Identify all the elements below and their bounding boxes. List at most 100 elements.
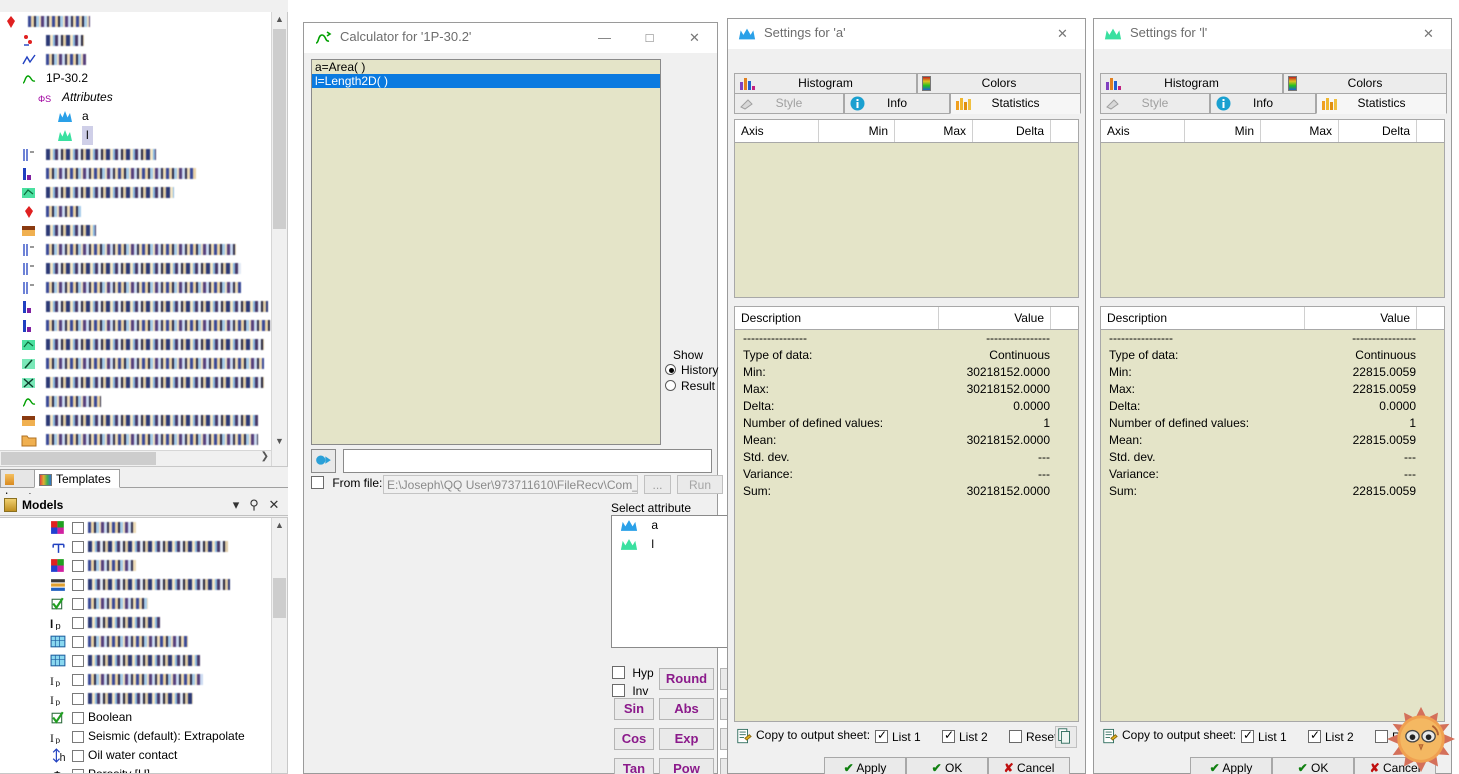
tree-horizontal-scrollbar[interactable]: ❯ bbox=[0, 450, 271, 466]
tree-vertical-scrollbar[interactable]: ▲ ▼ bbox=[271, 12, 287, 466]
list-item[interactable] bbox=[0, 575, 287, 594]
list-item[interactable] bbox=[0, 556, 287, 575]
tree-item[interactable]: 1P-30.2 bbox=[0, 69, 270, 88]
list2-checkbox[interactable] bbox=[1308, 728, 1321, 744]
chevron-down-icon[interactable]: ▾ bbox=[228, 497, 244, 513]
scroll-down-icon[interactable]: ▼ bbox=[272, 434, 287, 450]
close-button[interactable]: ✕ bbox=[672, 23, 717, 53]
model-checkbox[interactable] bbox=[72, 731, 84, 743]
tree-item[interactable] bbox=[0, 316, 270, 335]
list2-checkbox[interactable] bbox=[942, 728, 955, 744]
model-checkbox[interactable] bbox=[72, 541, 84, 553]
close-icon[interactable]: ✕ bbox=[266, 497, 282, 513]
tree-item[interactable] bbox=[0, 297, 270, 316]
tab-statistics[interactable]: Statistics bbox=[950, 93, 1081, 114]
maximize-button[interactable]: □ bbox=[627, 23, 672, 53]
list-item[interactable]: Ip bbox=[0, 670, 287, 689]
tab-colors[interactable]: Colors bbox=[917, 73, 1081, 94]
hyp-row[interactable]: Hyp bbox=[612, 663, 654, 681]
tab-templates[interactable]: Templates bbox=[34, 469, 120, 488]
model-checkbox[interactable] bbox=[72, 617, 84, 629]
model-checkbox[interactable] bbox=[72, 636, 84, 648]
close-button[interactable]: ✕ bbox=[1040, 19, 1085, 49]
model-checkbox[interactable] bbox=[72, 769, 84, 773]
tab-info[interactable]: Info bbox=[1210, 93, 1316, 114]
tree-item[interactable] bbox=[0, 50, 270, 69]
tab-style[interactable]: Style bbox=[1100, 93, 1210, 114]
axis-table-body[interactable] bbox=[734, 143, 1079, 298]
tab-histogram[interactable]: Histogram bbox=[734, 73, 917, 94]
reset-checkbox[interactable] bbox=[1009, 730, 1022, 744]
key-sin[interactable]: Sin bbox=[614, 698, 654, 720]
list-item[interactable] bbox=[0, 632, 287, 651]
list-item[interactable] bbox=[0, 518, 287, 537]
tree-item[interactable] bbox=[0, 145, 270, 164]
list-item[interactable]: Boolean bbox=[0, 708, 287, 727]
from-file-checkbox[interactable] bbox=[311, 476, 324, 490]
tab-statistics[interactable]: Statistics bbox=[1316, 93, 1447, 114]
browse-button[interactable]: ... bbox=[644, 475, 671, 494]
list-item[interactable] bbox=[0, 594, 287, 613]
ok-button[interactable]: ✔ OK bbox=[906, 757, 988, 774]
stats-table-body[interactable]: ---------------- ---------------- Type of … bbox=[734, 330, 1079, 722]
model-checkbox[interactable] bbox=[72, 674, 84, 686]
run-button[interactable]: Run bbox=[677, 475, 723, 494]
model-checkbox[interactable] bbox=[72, 579, 84, 591]
key-cos[interactable]: Cos bbox=[614, 728, 654, 750]
calculator-titlebar[interactable]: Calculator for '1P-30.2' — □ ✕ bbox=[304, 23, 717, 53]
list1-checkbox[interactable] bbox=[1241, 728, 1254, 744]
key-exp[interactable]: Exp bbox=[659, 728, 714, 750]
model-checkbox[interactable] bbox=[72, 693, 84, 705]
apply-button[interactable]: ✔ Apply bbox=[824, 757, 906, 774]
list-item[interactable]: Φ Porosity [U] bbox=[0, 765, 287, 773]
key-abs[interactable]: Abs bbox=[659, 698, 714, 720]
scroll-up-icon[interactable]: ▲ bbox=[272, 518, 287, 534]
ok-button[interactable]: ✔ OK bbox=[1272, 757, 1354, 774]
key-tan[interactable]: Tan bbox=[614, 758, 654, 774]
cancel-button[interactable]: ✘ Cancel bbox=[988, 757, 1070, 774]
expression-input[interactable] bbox=[343, 449, 712, 473]
list-item[interactable]: Ip bbox=[0, 613, 287, 632]
tree-item[interactable] bbox=[0, 12, 270, 31]
radio-history[interactable]: History bbox=[664, 362, 718, 378]
tab-histogram[interactable]: Histogram bbox=[1100, 73, 1283, 94]
model-checkbox[interactable] bbox=[72, 598, 84, 610]
tab-style[interactable]: Style bbox=[734, 93, 844, 114]
tree-item[interactable] bbox=[0, 354, 270, 373]
tree-item[interactable] bbox=[0, 373, 270, 392]
tab-colors[interactable]: Colors bbox=[1283, 73, 1447, 94]
tree-item[interactable] bbox=[0, 259, 270, 278]
tree-item[interactable] bbox=[0, 411, 270, 430]
tree-item[interactable] bbox=[0, 392, 270, 411]
tab-info[interactable]: Info bbox=[844, 93, 950, 114]
models-scroll-thumb[interactable] bbox=[273, 578, 286, 618]
list-item[interactable]: Ip Seismic (default): Extrapolate bbox=[0, 727, 287, 746]
apply-button[interactable]: ✔ Apply bbox=[1190, 757, 1272, 774]
model-checkbox[interactable] bbox=[72, 560, 84, 572]
scroll-right-icon[interactable]: ❯ bbox=[261, 451, 269, 462]
sidebar-tabs[interactable]: Input Templates bbox=[0, 469, 288, 504]
from-file-path-input[interactable]: E:\Joseph\QQ User\973711610\FileRecv\Com… bbox=[383, 475, 638, 494]
inv-checkbox[interactable] bbox=[612, 684, 625, 698]
tree-item[interactable]: l bbox=[0, 126, 270, 146]
model-checkbox[interactable] bbox=[72, 655, 84, 667]
tree-item[interactable] bbox=[0, 335, 270, 354]
tree-item[interactable] bbox=[0, 221, 270, 240]
settings-a-titlebar[interactable]: Settings for 'a' ✕ bbox=[728, 19, 1085, 49]
models-list[interactable]: Ip Ip Ip Boolean Ip Seismic (default): Extrap… bbox=[0, 517, 288, 774]
input-tree-panel[interactable]: 1P-30.2 ΦS Attributes a l ▲ ▼ ❯ bbox=[0, 12, 288, 467]
pin-icon[interactable]: ⚲ bbox=[246, 497, 262, 513]
tree-item[interactable] bbox=[0, 430, 270, 449]
model-checkbox[interactable] bbox=[72, 712, 84, 724]
models-vertical-scrollbar[interactable]: ▲ bbox=[271, 518, 287, 773]
list-item[interactable]: h Oil water contact bbox=[0, 746, 287, 765]
clipboard-icon[interactable] bbox=[1055, 726, 1077, 748]
list-item[interactable]: Ip bbox=[0, 689, 287, 708]
formula-line[interactable]: l=Length2D( ) bbox=[312, 74, 660, 88]
formula-line[interactable]: a=Area( ) bbox=[312, 60, 660, 74]
key-round[interactable]: Round bbox=[659, 668, 714, 690]
models-rows[interactable]: Ip Ip Ip Boolean Ip Seismic (default): Extrap… bbox=[0, 518, 287, 773]
minimize-button[interactable]: — bbox=[582, 23, 627, 53]
hyp-checkbox[interactable] bbox=[612, 666, 625, 680]
tree-item[interactable]: ΦS Attributes bbox=[0, 88, 270, 107]
